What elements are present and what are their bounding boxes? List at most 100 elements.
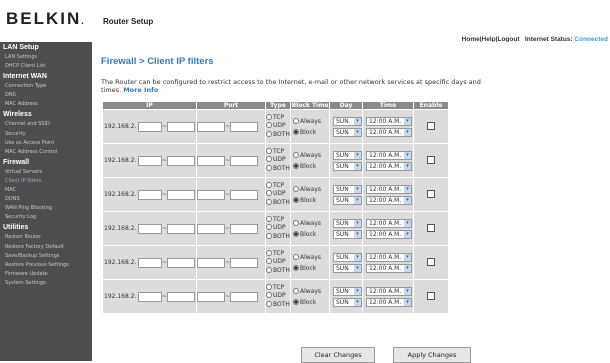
block-option[interactable]: Block [293, 161, 329, 172]
time-from-select[interactable]: 12:00 A.M. ▾ [366, 252, 412, 262]
day-from-select[interactable]: SUN ▾ [333, 218, 362, 228]
type-option[interactable]: TCP [266, 283, 290, 293]
type-radio[interactable] [266, 224, 272, 231]
block-radio[interactable] [293, 117, 299, 124]
ip-end-input[interactable] [167, 189, 195, 200]
type-option[interactable]: TCP [266, 215, 290, 225]
sidebar-item[interactable]: Restore Factory Default [0, 243, 92, 252]
block-option[interactable]: Always [293, 116, 329, 127]
ip-start-input[interactable] [138, 223, 162, 234]
ip-end-input[interactable] [167, 291, 195, 302]
type-option[interactable]: TCP [266, 113, 290, 123]
sidebar-item[interactable]: Security [0, 130, 92, 139]
type-option[interactable]: UDP [266, 292, 290, 301]
day-from-select[interactable]: SUN ▾ [333, 252, 362, 262]
ip-start-input[interactable] [138, 189, 162, 200]
block-option[interactable]: Block [293, 195, 329, 206]
port-start-input[interactable] [197, 121, 225, 132]
port-start-input[interactable] [197, 291, 225, 302]
time-to-select[interactable]: 12:00 A.M. ▾ [366, 161, 412, 171]
block-radio[interactable] [293, 128, 299, 135]
time-from-select[interactable]: 12:00 A.M. ▾ [366, 150, 412, 160]
time-to-select[interactable]: 12:00 A.M. ▾ [366, 195, 412, 205]
port-end-input[interactable] [230, 291, 258, 302]
block-option[interactable]: Always [293, 286, 329, 297]
block-radio[interactable] [293, 162, 299, 169]
time-from-select[interactable]: 12:00 A.M. ▾ [366, 286, 412, 296]
time-from-select[interactable]: 12:00 A.M. ▾ [366, 116, 412, 126]
port-start-input[interactable] [197, 223, 225, 234]
sidebar-item[interactable]: Restart Router [0, 233, 92, 242]
type-option[interactable]: BOTH [266, 130, 290, 140]
enable-checkbox[interactable] [427, 257, 435, 266]
ip-end-input[interactable] [167, 155, 195, 166]
day-to-select[interactable]: SUN ▾ [333, 195, 362, 205]
sidebar-item[interactable]: Save/Backup Settings [0, 252, 92, 261]
day-from-select[interactable]: SUN ▾ [333, 286, 362, 296]
day-from-select[interactable]: SUN ▾ [333, 184, 362, 194]
type-option[interactable]: TCP [266, 147, 290, 157]
time-to-select[interactable]: 12:00 A.M. ▾ [366, 127, 412, 137]
block-radio[interactable] [293, 219, 299, 226]
block-option[interactable]: Block [293, 297, 329, 308]
ip-end-input[interactable] [167, 257, 195, 268]
type-option[interactable]: UDP [266, 258, 290, 267]
ip-end-input[interactable] [167, 121, 195, 132]
port-end-input[interactable] [230, 257, 258, 268]
enable-checkbox[interactable] [427, 189, 435, 198]
type-option[interactable]: TCP [266, 249, 290, 259]
block-radio[interactable] [293, 230, 299, 237]
sidebar-item[interactable]: MAC [0, 186, 92, 195]
block-radio[interactable] [293, 264, 299, 271]
type-radio[interactable] [266, 266, 272, 273]
time-to-select[interactable]: 12:00 A.M. ▾ [366, 263, 412, 273]
sidebar-item[interactable]: Firmware Update [0, 270, 92, 279]
enable-checkbox[interactable] [427, 121, 435, 130]
type-radio[interactable] [266, 300, 272, 307]
day-from-select[interactable]: SUN ▾ [333, 150, 362, 160]
day-to-select[interactable]: SUN ▾ [333, 127, 362, 137]
type-option[interactable]: BOTH [266, 164, 290, 174]
type-radio[interactable] [266, 130, 272, 137]
sidebar-item[interactable]: Channel and SSID [0, 120, 92, 129]
block-radio[interactable] [293, 253, 299, 260]
day-from-select[interactable]: SUN ▾ [333, 116, 362, 126]
sidebar-item[interactable]: LAN Settings [0, 53, 92, 62]
port-end-input[interactable] [230, 189, 258, 200]
type-option[interactable]: TCP [266, 181, 290, 191]
type-option[interactable]: UDP [266, 156, 290, 165]
type-radio[interactable] [266, 147, 272, 154]
time-from-select[interactable]: 12:00 A.M. ▾ [366, 218, 412, 228]
sidebar-item[interactable]: DNS [0, 91, 92, 100]
sidebar-item[interactable]: MAC Address [0, 100, 92, 109]
sidebar-item[interactable]: System Settings [0, 279, 92, 288]
type-option[interactable]: BOTH [266, 266, 290, 276]
sidebar-item[interactable]: Security Log [0, 213, 92, 222]
block-option[interactable]: Always [293, 150, 329, 161]
time-to-select[interactable]: 12:00 A.M. ▾ [366, 297, 412, 307]
port-start-input[interactable] [197, 155, 225, 166]
sidebar-item[interactable]: WAN Ping Blocking [0, 204, 92, 213]
block-option[interactable]: Always [293, 218, 329, 229]
time-to-select[interactable]: 12:00 A.M. ▾ [366, 229, 412, 239]
type-radio[interactable] [266, 292, 272, 299]
ip-start-input[interactable] [138, 257, 162, 268]
type-option[interactable]: BOTH [266, 198, 290, 208]
block-option[interactable]: Block [293, 263, 329, 274]
type-radio[interactable] [266, 258, 272, 265]
ip-start-input[interactable] [138, 291, 162, 302]
day-to-select[interactable]: SUN ▾ [333, 229, 362, 239]
block-option[interactable]: Always [293, 252, 329, 263]
sidebar-item[interactable]: MAC Address Control [0, 148, 92, 157]
type-radio[interactable] [266, 283, 272, 290]
type-radio[interactable] [266, 190, 272, 197]
block-radio[interactable] [293, 287, 299, 294]
block-option[interactable]: Block [293, 229, 329, 240]
port-end-input[interactable] [230, 121, 258, 132]
sidebar-item[interactable]: Client IP filters [0, 177, 92, 186]
day-to-select[interactable]: SUN ▾ [333, 297, 362, 307]
sidebar-item[interactable]: Virtual Servers [0, 168, 92, 177]
sidebar-item[interactable]: DDNS [0, 195, 92, 204]
type-radio[interactable] [266, 249, 272, 256]
ip-start-input[interactable] [138, 155, 162, 166]
